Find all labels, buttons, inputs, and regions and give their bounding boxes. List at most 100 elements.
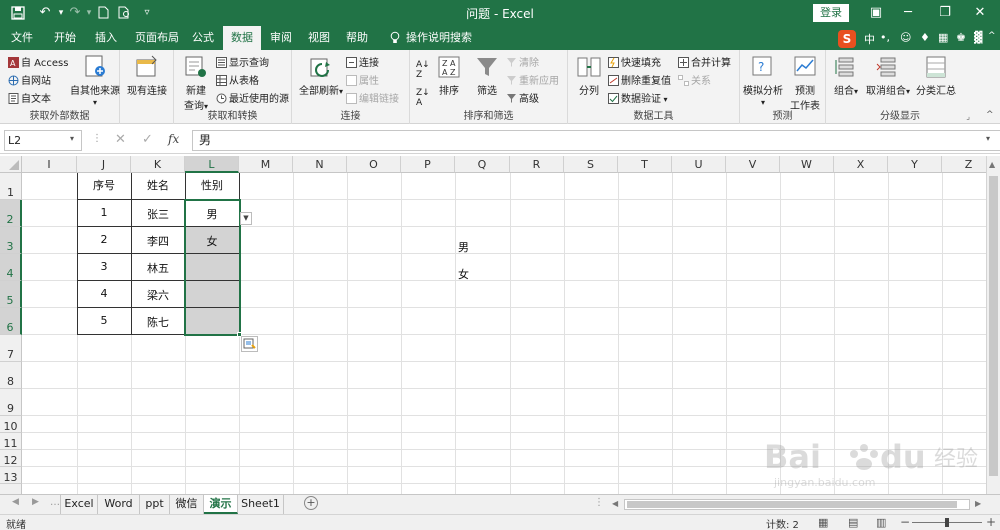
autofill-options-icon[interactable] [241, 336, 258, 352]
tab-review[interactable]: 审阅 [264, 26, 298, 50]
tab-insert[interactable]: 插入 [88, 26, 124, 50]
enter-icon[interactable]: ✓ [142, 132, 153, 147]
table-cell[interactable]: 2 [77, 233, 131, 246]
close-icon[interactable]: ✕ [970, 3, 990, 23]
column-header-i[interactable]: I [22, 156, 77, 173]
worksheet-grid[interactable]: I J K L M N O P Q R S T U V W X Y Z 1 2 … [0, 156, 986, 494]
column-header-v[interactable]: V [726, 156, 780, 173]
tell-me-search[interactable]: 操作说明搜索 [406, 26, 472, 50]
tab-data[interactable]: 数据 [223, 26, 261, 50]
row-header-1[interactable]: 1 [0, 173, 22, 200]
properties-button[interactable]: 属性 [346, 72, 379, 87]
edit-links-button[interactable]: 编辑链接 [346, 90, 399, 105]
row-header-4[interactable]: 4 [0, 254, 22, 281]
sheet-tab-word[interactable]: Word [98, 495, 140, 514]
subtotal-button[interactable]: 分类汇总 [912, 54, 960, 97]
show-queries-button[interactable]: 显示查询 [216, 54, 269, 69]
table-cell[interactable]: 女 [185, 233, 239, 249]
column-header-t[interactable]: T [618, 156, 672, 173]
tab-formulas[interactable]: 公式 [186, 26, 220, 50]
column-header-o[interactable]: O [347, 156, 401, 173]
sort-button[interactable]: Z AA Z 排序 [432, 54, 466, 97]
advanced-filter-button[interactable]: 高级 [506, 90, 539, 105]
minimize-icon[interactable]: ─ [898, 3, 918, 23]
zoom-in-icon[interactable]: + [986, 515, 996, 529]
validation-dropdown-icon[interactable]: ▼ [240, 212, 252, 225]
name-box-dropdown-icon[interactable]: ▾ [70, 134, 74, 143]
column-header-y[interactable]: Y [888, 156, 942, 173]
zoom-slider[interactable] [912, 518, 982, 527]
next-sheet-icon[interactable]: ▶ [32, 497, 39, 507]
normal-view-icon[interactable]: ▦ [818, 516, 828, 529]
column-header-z[interactable]: Z [942, 156, 986, 173]
splitter-icon[interactable]: ⋮ [594, 497, 604, 508]
horizontal-scroll-thumb[interactable] [627, 501, 957, 508]
row-header-5[interactable]: 5 [0, 281, 22, 308]
prev-sheet-icon[interactable]: ◀ [12, 497, 19, 507]
sheet-tab-demo[interactable]: 演示 [204, 495, 238, 514]
tab-file[interactable]: 文件 [4, 26, 40, 50]
ribbon-display-options-icon[interactable]: ▣ [866, 3, 886, 23]
microphone-icon[interactable]: ♦ [920, 31, 930, 44]
column-header-s[interactable]: S [564, 156, 618, 173]
refresh-all-button[interactable]: 全部刷新▾ [296, 54, 346, 97]
keyboard-icon[interactable]: ▦ [938, 31, 948, 44]
table-cell[interactable]: 陈七 [131, 314, 185, 330]
ime-language-indicator[interactable]: 中 [864, 31, 875, 47]
emoji-icon[interactable]: ☺ [900, 31, 911, 44]
column-header-k[interactable]: K [131, 156, 185, 173]
row-header-6[interactable]: 6 [0, 308, 22, 335]
table-cell[interactable]: 4 [77, 287, 131, 300]
vertical-scroll-thumb[interactable] [989, 176, 998, 476]
row-header-9[interactable]: 9 [0, 389, 22, 416]
column-header-l[interactable]: L [185, 156, 239, 173]
flash-fill-button[interactable]: 快速填充 [608, 54, 661, 69]
collapse-ribbon-icon[interactable]: ^ [986, 110, 994, 120]
table-cell[interactable]: 1 [77, 206, 131, 219]
scroll-left-icon[interactable]: ◀ [612, 499, 618, 508]
expand-formula-bar-icon[interactable]: ▾ [986, 134, 990, 143]
list-cell[interactable]: 女 [455, 266, 475, 282]
tab-home[interactable]: 开始 [46, 26, 84, 50]
tab-help[interactable]: 帮助 [340, 26, 374, 50]
horizontal-scrollbar[interactable] [624, 499, 970, 510]
scroll-up-icon[interactable]: ▲ [989, 160, 995, 169]
column-header-u[interactable]: U [672, 156, 726, 173]
cancel-icon[interactable]: ✕ [115, 132, 126, 147]
zoom-slider-thumb[interactable] [945, 518, 949, 527]
table-cell[interactable]: 林五 [131, 260, 185, 276]
column-header-w[interactable]: W [780, 156, 834, 173]
column-header-p[interactable]: P [401, 156, 455, 173]
sheet-tab-ppt[interactable]: ppt [140, 495, 170, 514]
remove-duplicates-button[interactable]: 删除重复值 [608, 72, 671, 87]
vertical-scrollbar[interactable]: ▲ [986, 156, 1000, 494]
recent-sources-button[interactable]: 最近使用的源 [216, 90, 289, 105]
add-sheet-icon[interactable]: + [304, 496, 318, 510]
collapse-ribbon-icon[interactable]: ^ [988, 31, 996, 41]
skin-icon[interactable]: ♚ [956, 31, 966, 44]
table-cell[interactable]: 梁六 [131, 287, 185, 303]
more-sheets-icon[interactable]: … [50, 497, 60, 508]
data-validation-button[interactable]: 数据验证 ▾ [608, 90, 668, 105]
table-header-cell[interactable]: 序号 [77, 177, 131, 193]
sheet-tab-sheet1[interactable]: Sheet1 [238, 495, 284, 514]
what-if-analysis-button[interactable]: ? 模拟分析▾ [742, 54, 784, 108]
column-header-r[interactable]: R [510, 156, 564, 173]
group-button[interactable]: 组合▾ [830, 54, 862, 97]
table-header-cell[interactable]: 姓名 [131, 177, 185, 193]
column-header-n[interactable]: N [293, 156, 347, 173]
login-button[interactable]: 登录 [813, 4, 849, 22]
row-header-8[interactable]: 8 [0, 362, 22, 389]
column-header-m[interactable]: M [239, 156, 293, 173]
row-header-3[interactable]: 3 [0, 227, 22, 254]
existing-connections-button[interactable]: 现有连接 [124, 54, 170, 97]
clear-filter-button[interactable]: 清除 [506, 54, 539, 69]
from-other-sources-button[interactable]: 自其他来源 ▾ [70, 54, 120, 108]
column-header-x[interactable]: X [834, 156, 888, 173]
text-to-columns-button[interactable]: 分列 [572, 54, 606, 97]
punctuation-icon[interactable]: •, [880, 31, 890, 44]
tab-page-layout[interactable]: 页面布局 [128, 26, 186, 50]
sort-descending-button[interactable]: Z↓ A [416, 88, 430, 108]
from-web-button[interactable]: 自网站 [8, 72, 51, 87]
column-header-q[interactable]: Q [455, 156, 510, 173]
